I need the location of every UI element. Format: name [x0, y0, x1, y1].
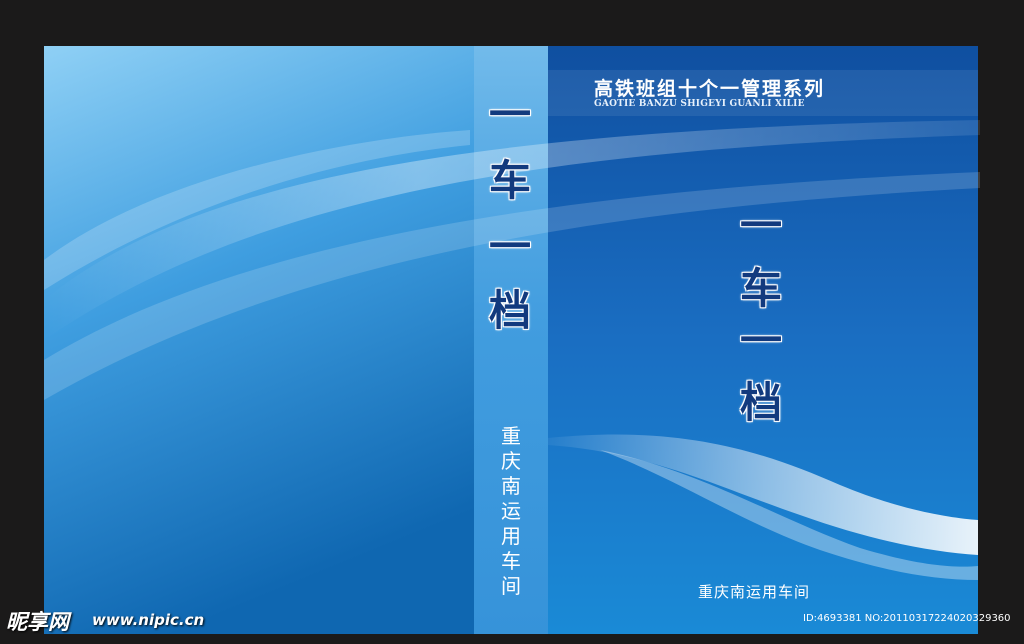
spine-title-char: 档: [488, 286, 531, 335]
spine-title-char: 一: [488, 90, 531, 139]
book-cover-artwork: 高铁班组十个一管理系列 GAOTIE BANZU SHIGEYI GUANLI …: [0, 0, 1024, 640]
watermark-id: ID:4693381 NO:20110317224020329360: [803, 613, 1011, 624]
front-department-name: 重庆南运用车间: [698, 583, 811, 601]
spine-title-char: 一: [488, 222, 531, 271]
series-title-chinese: 高铁班组十个一管理系列: [594, 78, 826, 100]
front-title-char: 档: [739, 378, 782, 427]
spine-department-name: 重庆南运用车间: [501, 424, 521, 598]
watermark-url: www.nipic.cn: [92, 611, 205, 629]
front-title-char: 一: [739, 316, 782, 365]
series-title-pinyin: GAOTIE BANZU SHIGEYI GUANLI XILIE: [594, 99, 805, 109]
front-title-char: 一: [739, 201, 782, 250]
spine-title-char: 车: [488, 156, 531, 205]
watermark-logo: 昵享网: [6, 610, 69, 634]
front-title-char: 车: [739, 264, 782, 313]
